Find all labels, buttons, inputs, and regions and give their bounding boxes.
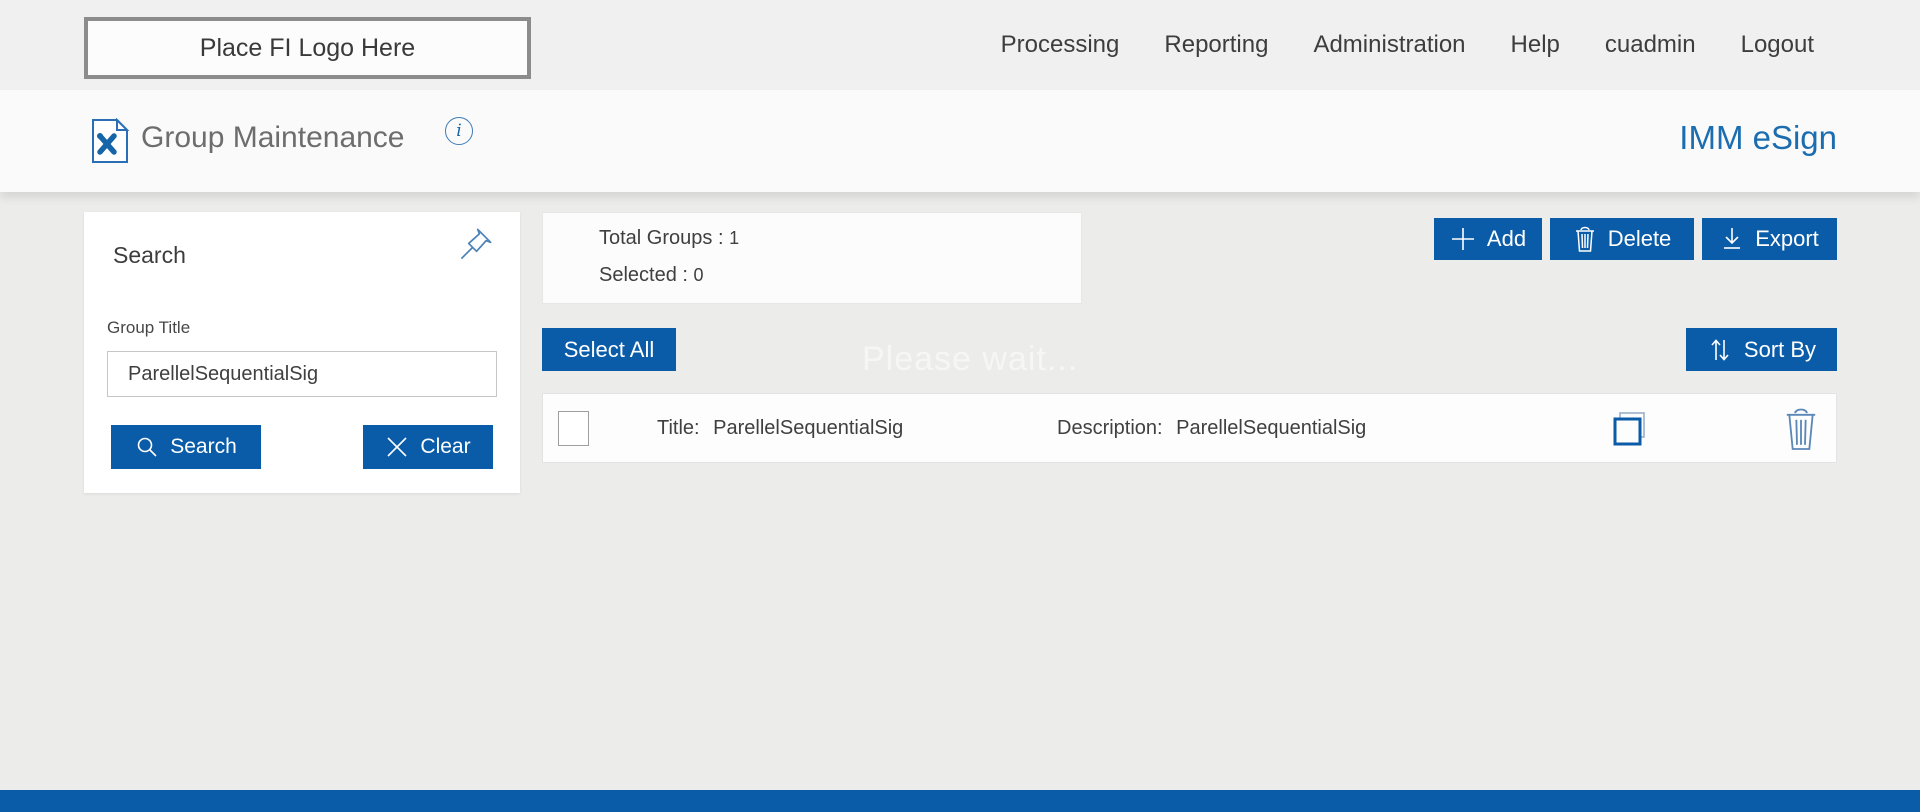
crud-actions: Add Delete Export bbox=[1434, 218, 1837, 260]
clear-button-label: Clear bbox=[420, 435, 470, 459]
download-icon bbox=[1720, 226, 1744, 252]
row-checkbox[interactable] bbox=[558, 411, 589, 446]
group-title-label: Group Title bbox=[107, 318, 190, 338]
info-icon[interactable]: i bbox=[445, 117, 473, 145]
add-button[interactable]: Add bbox=[1434, 218, 1542, 260]
clear-x-icon bbox=[385, 435, 409, 459]
export-button[interactable]: Export bbox=[1702, 218, 1837, 260]
page-header: Group Maintenance i IMM eSign bbox=[0, 90, 1920, 192]
group-maintenance-icon bbox=[90, 118, 130, 169]
nav-cuadmin[interactable]: cuadmin bbox=[1605, 31, 1696, 59]
select-all-button[interactable]: Select All bbox=[542, 328, 676, 371]
nav-administration[interactable]: Administration bbox=[1313, 31, 1465, 59]
search-panel-title: Search bbox=[113, 242, 186, 269]
nav-processing[interactable]: Processing bbox=[1001, 31, 1120, 59]
copy-group-icon[interactable] bbox=[1611, 409, 1651, 454]
selected-label: Selected : bbox=[599, 264, 688, 286]
fi-logo-text: Place FI Logo Here bbox=[200, 34, 415, 63]
row-description: Description: ParellelSequentialSig bbox=[1057, 417, 1366, 440]
search-panel: Search Group Title Search Clear bbox=[84, 212, 520, 493]
sort-by-label: Sort By bbox=[1744, 337, 1816, 363]
total-groups-value: 1 bbox=[729, 228, 739, 248]
fi-logo-placeholder: Place FI Logo Here bbox=[84, 17, 531, 79]
nav-reporting[interactable]: Reporting bbox=[1164, 31, 1268, 59]
total-groups-label: Total Groups : bbox=[599, 227, 724, 249]
sort-arrows-icon bbox=[1707, 337, 1733, 363]
selected-line: Selected : 0 bbox=[599, 264, 704, 287]
row-delete-icon[interactable] bbox=[1781, 407, 1821, 456]
top-navigation: Processing Reporting Administration Help… bbox=[1001, 0, 1814, 90]
search-button[interactable]: Search bbox=[111, 425, 261, 469]
search-button-label: Search bbox=[170, 435, 237, 459]
total-groups-line: Total Groups : 1 bbox=[599, 227, 739, 250]
pin-icon[interactable] bbox=[458, 226, 494, 267]
main-content: Please wait... Search Group Title Search… bbox=[0, 192, 1920, 790]
nav-logout[interactable]: Logout bbox=[1741, 31, 1814, 59]
brand-imm-esign: IMM eSign bbox=[1679, 119, 1837, 157]
clear-button[interactable]: Clear bbox=[363, 425, 493, 469]
footer-bar bbox=[0, 790, 1920, 812]
please-wait-watermark: Please wait... bbox=[862, 340, 1078, 379]
row-description-value: ParellelSequentialSig bbox=[1176, 417, 1366, 439]
plus-icon bbox=[1450, 226, 1476, 252]
group-title-input[interactable] bbox=[107, 351, 497, 397]
row-title-value: ParellelSequentialSig bbox=[713, 417, 903, 439]
summary-panel: Total Groups : 1 Selected : 0 bbox=[542, 212, 1082, 304]
sort-by-button[interactable]: Sort By bbox=[1686, 328, 1837, 371]
nav-help[interactable]: Help bbox=[1511, 31, 1560, 59]
search-icon bbox=[135, 435, 159, 459]
row-title: Title: ParellelSequentialSig bbox=[657, 417, 903, 440]
delete-button[interactable]: Delete bbox=[1550, 218, 1694, 260]
trash-icon bbox=[1573, 226, 1597, 252]
info-glyph: i bbox=[456, 121, 461, 141]
select-all-label: Select All bbox=[564, 337, 655, 363]
page-title: Group Maintenance bbox=[141, 121, 405, 155]
top-bar: Place FI Logo Here Processing Reporting … bbox=[0, 0, 1920, 90]
group-row: Title: ParellelSequentialSig Description… bbox=[542, 393, 1837, 463]
selected-value: 0 bbox=[694, 265, 704, 285]
delete-button-label: Delete bbox=[1608, 226, 1672, 252]
row-title-label: Title: bbox=[657, 417, 700, 439]
add-button-label: Add bbox=[1487, 226, 1526, 252]
export-button-label: Export bbox=[1755, 226, 1819, 252]
row-description-label: Description: bbox=[1057, 417, 1163, 439]
